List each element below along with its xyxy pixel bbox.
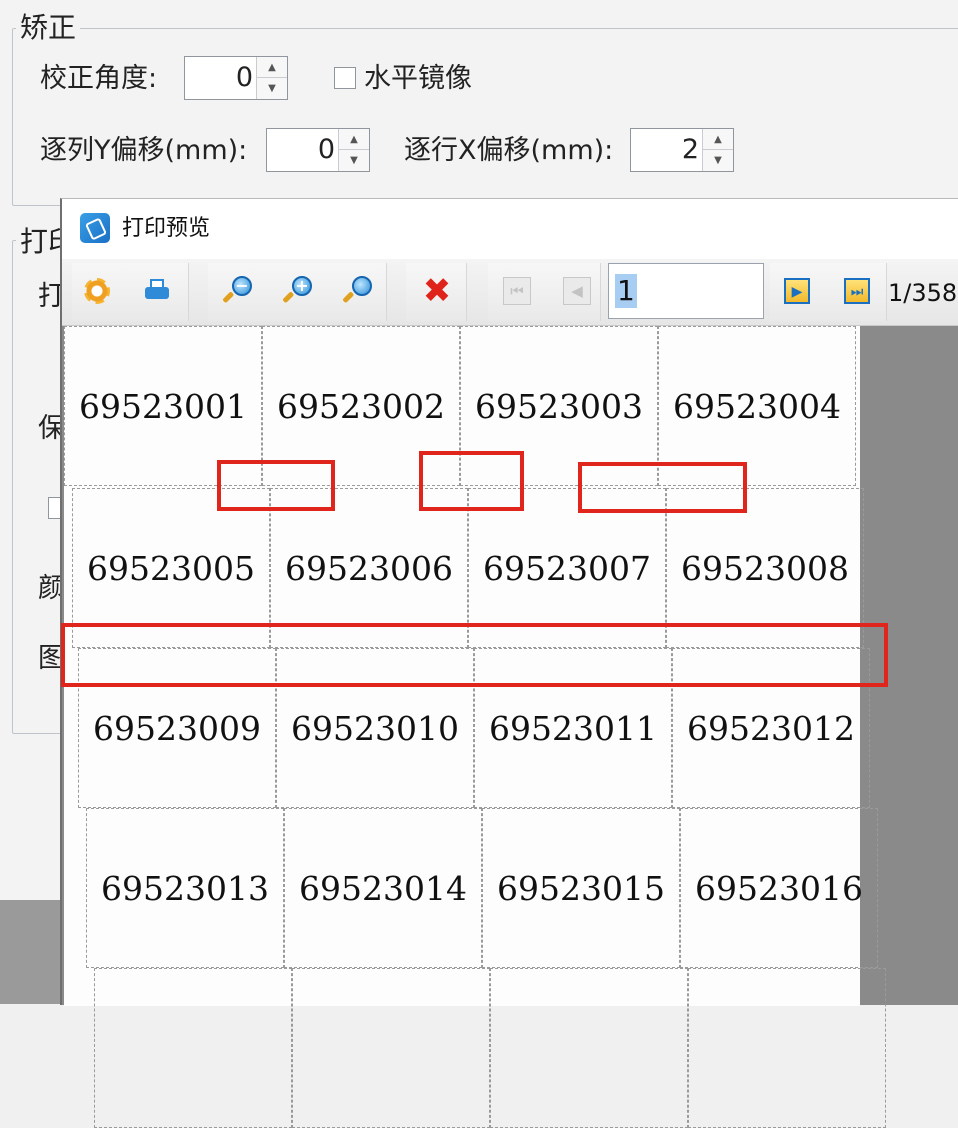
highlight-box-2	[419, 451, 524, 511]
toolbar: − + ✖ ⏮ ◀ ▶ ⏭	[62, 259, 958, 326]
page-number-input[interactable]: 1	[608, 263, 764, 319]
row-x-offset-stepper[interactable]: 2 ▲ ▼	[630, 128, 734, 172]
label-cell-empty	[490, 968, 688, 1128]
close-icon: ✖	[422, 271, 452, 311]
zoom-fit-icon	[342, 276, 372, 306]
label-cell-empty	[94, 968, 292, 1128]
stepper-up-button[interactable]: ▲	[703, 129, 733, 150]
zoom-in-icon: +	[282, 276, 312, 306]
prev-page-button[interactable]: ◀	[558, 272, 596, 310]
last-page-button[interactable]: ⏭	[838, 272, 876, 310]
correction-angle-value[interactable]: 0	[236, 57, 253, 99]
close-preview-button[interactable]: ✖	[418, 272, 456, 310]
correction-group-title: 矫正	[16, 12, 81, 44]
stepper-down-button[interactable]: ▼	[339, 150, 369, 171]
stepper-down-button[interactable]: ▼	[257, 78, 287, 99]
print-button[interactable]	[138, 272, 176, 310]
first-page-button[interactable]: ⏮	[498, 272, 536, 310]
zoom-fit-button[interactable]	[338, 272, 376, 310]
correction-group	[12, 28, 958, 206]
col-y-offset-stepper[interactable]: 0 ▲ ▼	[266, 128, 370, 172]
zoom-out-icon: −	[222, 276, 252, 306]
stepper-up-button[interactable]: ▲	[339, 129, 369, 150]
row-x-offset-value[interactable]: 2	[682, 129, 699, 171]
mirror-label: 水平镜像	[364, 63, 472, 94]
app-icon	[80, 213, 110, 243]
title-bar[interactable]: 打印预览	[62, 199, 958, 259]
label-cell: 69523014	[284, 808, 482, 968]
prev-page-icon: ◀	[563, 277, 591, 305]
gear-icon	[84, 278, 110, 304]
stepper-down-button[interactable]: ▼	[703, 150, 733, 171]
printer-icon	[143, 279, 171, 303]
stepper-up-button[interactable]: ▲	[257, 57, 287, 78]
zoom-out-button[interactable]: −	[218, 272, 256, 310]
window-title: 打印预览	[122, 216, 211, 241]
last-page-icon: ⏭	[844, 278, 870, 304]
page-count: 1/358	[888, 279, 958, 307]
label-cell-empty	[292, 968, 490, 1128]
mirror-checkbox[interactable]	[334, 67, 356, 89]
highlight-box-1	[217, 460, 335, 511]
highlight-box-3	[578, 462, 747, 513]
zoom-in-button[interactable]: +	[278, 272, 316, 310]
correction-angle-label: 校正角度:	[40, 63, 158, 94]
print-preview-window: 打印预览 − + ✖ ⏮ ◀ ▶ ⏭ 1 1/358 69523001 6952…	[60, 198, 958, 1128]
next-page-icon: ▶	[784, 278, 810, 304]
label-cell: 69523015	[482, 808, 680, 968]
page-number-value[interactable]: 1	[615, 274, 637, 308]
label-cell-empty	[688, 968, 886, 1128]
settings-button[interactable]	[78, 272, 116, 310]
label-cell: 69523016	[680, 808, 878, 968]
row-x-offset-label: 逐行X偏移(mm):	[404, 135, 614, 166]
correction-angle-stepper[interactable]: 0 ▲ ▼	[184, 56, 288, 100]
next-page-button[interactable]: ▶	[778, 272, 816, 310]
col-y-offset-label: 逐列Y偏移(mm):	[40, 135, 248, 166]
label-cell: 69523013	[86, 808, 284, 968]
col-y-offset-value[interactable]: 0	[318, 129, 335, 171]
highlight-box-row	[61, 623, 888, 687]
first-page-icon: ⏮	[503, 277, 531, 305]
